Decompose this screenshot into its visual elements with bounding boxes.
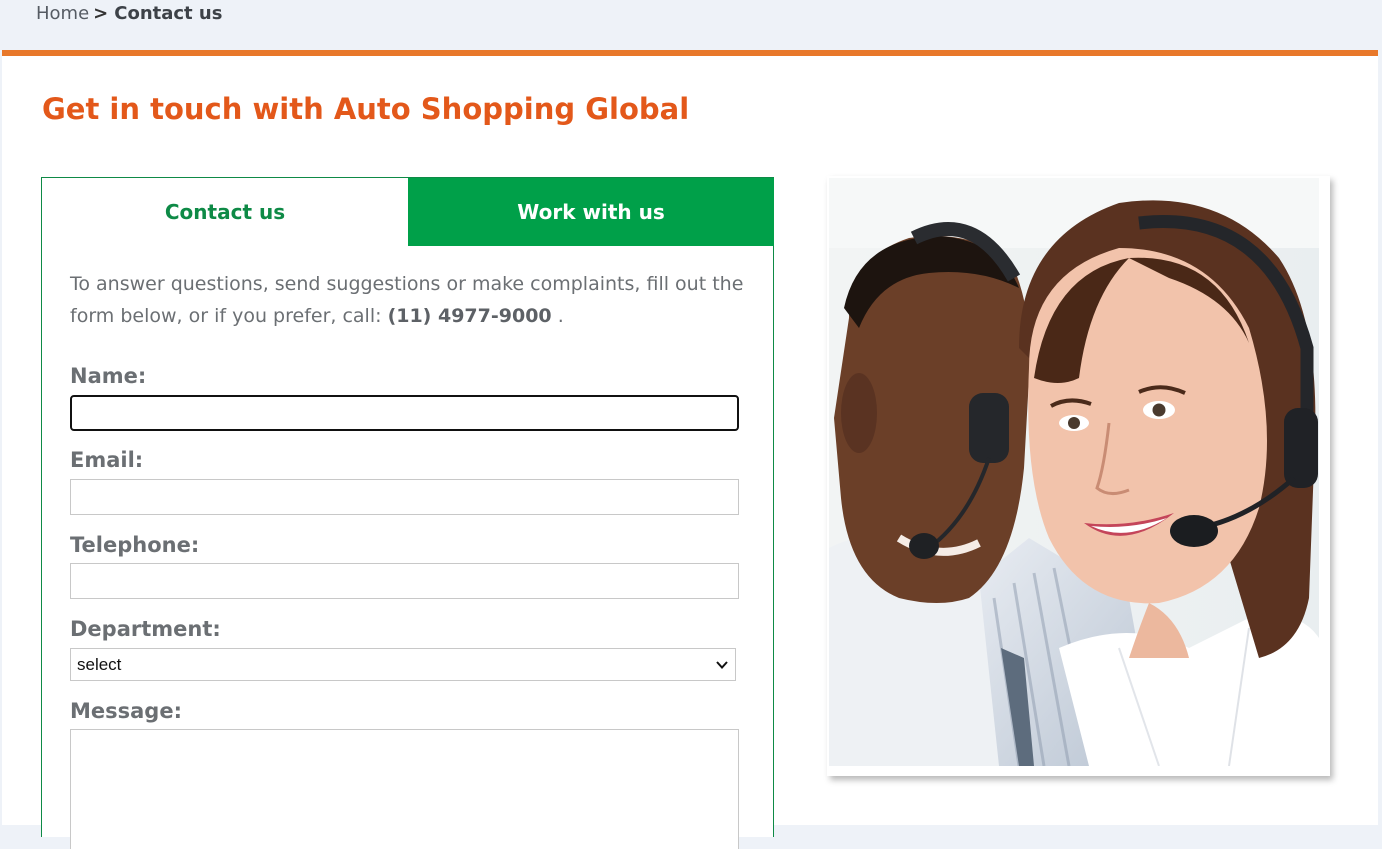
telephone-label: Telephone:: [70, 533, 200, 557]
email-input[interactable]: [70, 479, 739, 515]
name-input[interactable]: [70, 395, 739, 431]
chevron-down-icon: [715, 658, 729, 672]
name-label: Name:: [70, 364, 147, 388]
department-label: Department:: [70, 617, 221, 641]
message-label: Message:: [70, 699, 182, 723]
breadcrumb-separator: >: [93, 3, 109, 24]
breadcrumb: Home > Contact us: [36, 3, 222, 24]
telephone-input[interactable]: [70, 563, 739, 599]
breadcrumb-home-link[interactable]: Home: [36, 3, 89, 24]
support-agents-photo: [829, 178, 1319, 766]
message-textarea[interactable]: [70, 729, 739, 849]
department-selected-value: select: [77, 654, 122, 674]
tab-work-with-us[interactable]: Work with us: [408, 178, 774, 246]
intro-period: .: [557, 305, 564, 327]
photo-frame: [827, 176, 1330, 776]
breadcrumb-bar: Home > Contact us: [0, 0, 1382, 50]
breadcrumb-current: Contact us: [114, 3, 223, 24]
form-intro-text: To answer questions, send suggestions or…: [70, 268, 750, 332]
tab-contact-us[interactable]: Contact us: [42, 178, 408, 246]
department-select[interactable]: select: [70, 648, 736, 681]
content-panel: Get in touch with Auto Shopping Global C…: [2, 50, 1378, 849]
email-label: Email:: [70, 448, 144, 472]
page-title: Get in touch with Auto Shopping Global: [42, 92, 690, 126]
contact-phone-number: (11) 4977-9000: [387, 305, 552, 327]
contact-form-card: Contact us Work with us To answer questi…: [41, 177, 774, 849]
